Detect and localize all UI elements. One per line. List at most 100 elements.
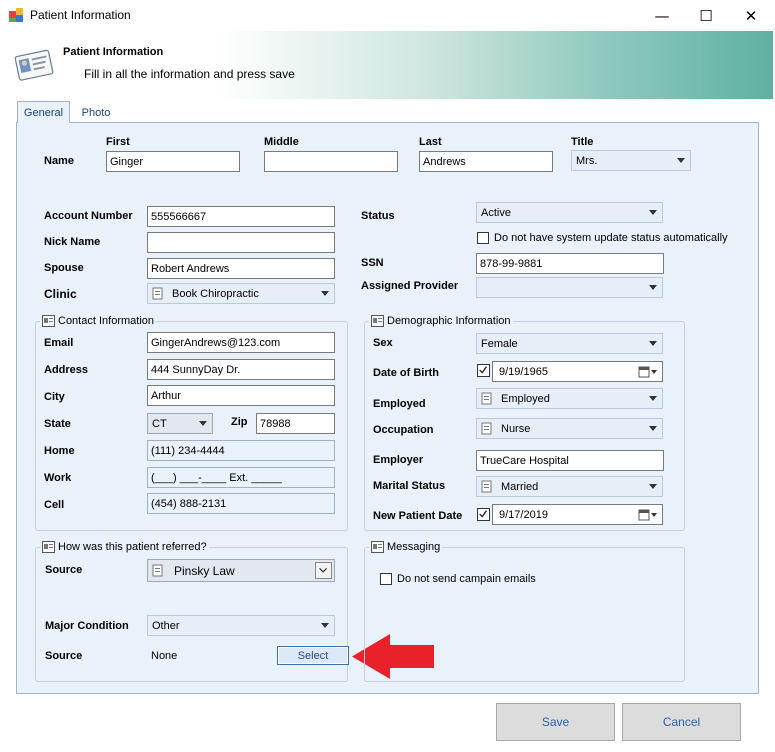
- occupation-label: Occupation: [373, 424, 434, 436]
- source-attorney-label: Source: [45, 650, 83, 662]
- new-patient-date-label: New Patient Date: [373, 510, 463, 522]
- ssn-field[interactable]: 878-99-9881: [476, 253, 664, 274]
- referral-title: How was this patient referred?: [40, 540, 209, 554]
- minimize-button[interactable]: —: [639, 0, 685, 31]
- spouse-field[interactable]: Robert Andrews: [147, 258, 335, 279]
- status-select[interactable]: Active: [476, 202, 663, 223]
- clinic-label: Clinic: [44, 287, 77, 301]
- chevron-down-icon: [319, 567, 328, 573]
- no-campaign-checkbox[interactable]: [380, 573, 392, 585]
- sex-value: Female: [481, 337, 518, 350]
- demographic-information-text: Demographic Information: [387, 315, 511, 327]
- ssn-label: SSN: [361, 257, 384, 269]
- messaging-title: Messaging: [369, 540, 443, 554]
- date-of-birth-checkbox[interactable]: [477, 364, 490, 377]
- save-button[interactable]: Save: [496, 703, 615, 741]
- messaging-title-text: Messaging: [387, 541, 441, 553]
- calendar-icon[interactable]: [638, 509, 658, 521]
- email-label: Email: [44, 337, 74, 349]
- new-patient-date-picker[interactable]: 9/17/2019: [492, 504, 663, 525]
- no-auto-update-checkbox[interactable]: [477, 232, 489, 244]
- spouse-label: Spouse: [44, 262, 84, 274]
- referral-card-icon: [42, 541, 55, 553]
- messaging-group: [364, 547, 685, 682]
- calendar-icon[interactable]: [638, 366, 658, 378]
- contact-card-icon: [42, 315, 55, 327]
- close-button[interactable]: ✕: [728, 0, 774, 31]
- email-field[interactable]: GingerAndrews@123.com: [147, 332, 335, 353]
- date-of-birth-picker[interactable]: 9/19/1965: [492, 361, 663, 382]
- cell-phone-label: Cell: [44, 499, 65, 511]
- chevron-down-icon: [649, 426, 657, 431]
- app-icon: [9, 8, 23, 22]
- no-auto-update-label: Do not have system update status automat…: [494, 232, 728, 244]
- major-condition-select[interactable]: Other: [147, 615, 335, 636]
- source-attorney-value: None: [151, 650, 178, 662]
- chevron-down-icon: [199, 421, 207, 426]
- cancel-button[interactable]: Cancel: [622, 703, 741, 741]
- home-phone-field[interactable]: (111) 234-4444: [147, 440, 335, 461]
- first-name-label: First: [106, 136, 130, 148]
- chevron-down-icon: [321, 623, 329, 628]
- source-label: Source: [45, 564, 83, 576]
- minimize-icon: —: [654, 6, 670, 25]
- date-of-birth-value: 9/19/1965: [499, 365, 548, 378]
- marital-status-value: Married: [501, 480, 539, 493]
- source-dropdown-button[interactable]: [315, 562, 332, 579]
- title-value: Mrs.: [576, 154, 598, 167]
- status-value: Active: [481, 206, 511, 219]
- title-select[interactable]: Mrs.: [571, 150, 691, 171]
- source-select[interactable]: Pinsky Law: [147, 559, 335, 582]
- checkmark-icon: [479, 366, 488, 374]
- title-label: Title: [571, 136, 594, 148]
- middle-name-field[interactable]: [264, 151, 398, 172]
- state-value: CT: [152, 417, 167, 430]
- chevron-down-icon: [649, 396, 657, 401]
- cell-phone-field[interactable]: (454) 888-2131: [147, 493, 335, 514]
- employed-select[interactable]: Employed: [476, 388, 663, 409]
- contact-information-title: Contact Information: [40, 314, 156, 328]
- marital-status-select[interactable]: Married: [476, 476, 663, 497]
- address-label: Address: [44, 364, 89, 376]
- major-condition-label: Major Condition: [45, 620, 129, 632]
- middle-name-label: Middle: [264, 136, 299, 148]
- patient-card-icon: [14, 49, 54, 81]
- sex-select[interactable]: Female: [476, 333, 663, 354]
- first-name-field[interactable]: Ginger: [106, 151, 240, 172]
- last-name-field[interactable]: Andrews: [419, 151, 553, 172]
- state-select[interactable]: CT: [147, 413, 213, 434]
- new-patient-date-checkbox[interactable]: [477, 508, 490, 521]
- clinic-select[interactable]: Book Chiropractic: [147, 283, 335, 304]
- close-icon: ✕: [744, 6, 758, 25]
- zip-label: Zip: [231, 416, 248, 428]
- city-field[interactable]: Arthur: [147, 385, 335, 406]
- status-label: Status: [361, 210, 395, 222]
- employed-value: Employed: [501, 392, 550, 405]
- occupation-value: Nurse: [501, 422, 531, 435]
- employer-field[interactable]: TrueCare Hospital: [476, 450, 664, 471]
- chevron-down-icon: [649, 341, 657, 346]
- maximize-button[interactable]: ☐: [683, 0, 729, 31]
- chevron-down-icon: [321, 291, 329, 296]
- select-button[interactable]: Select: [277, 646, 349, 665]
- messaging-card-icon: [371, 541, 384, 553]
- nick-name-label: Nick Name: [44, 236, 101, 248]
- last-name-label: Last: [419, 136, 442, 148]
- chevron-down-icon: [649, 285, 657, 290]
- header-title: Patient Information: [63, 46, 164, 58]
- address-field[interactable]: 444 SunnyDay Dr.: [147, 359, 335, 380]
- account-number-field[interactable]: 555566667: [147, 206, 335, 227]
- chevron-down-icon: [649, 484, 657, 489]
- assigned-provider-select[interactable]: [476, 277, 663, 298]
- nick-name-field[interactable]: [147, 232, 335, 253]
- sex-label: Sex: [373, 337, 393, 349]
- zip-field[interactable]: 78988: [256, 413, 335, 434]
- work-phone-field[interactable]: (___) ___-____ Ext. _____: [147, 467, 335, 488]
- work-phone-label: Work: [44, 472, 72, 484]
- clinic-value: Book Chiropractic: [172, 287, 259, 300]
- occupation-select[interactable]: Nurse: [476, 418, 663, 439]
- city-label: City: [44, 391, 65, 403]
- tab-photo[interactable]: Photo: [72, 104, 120, 122]
- new-patient-date-value: 9/17/2019: [499, 508, 548, 521]
- tab-general[interactable]: General: [17, 101, 70, 123]
